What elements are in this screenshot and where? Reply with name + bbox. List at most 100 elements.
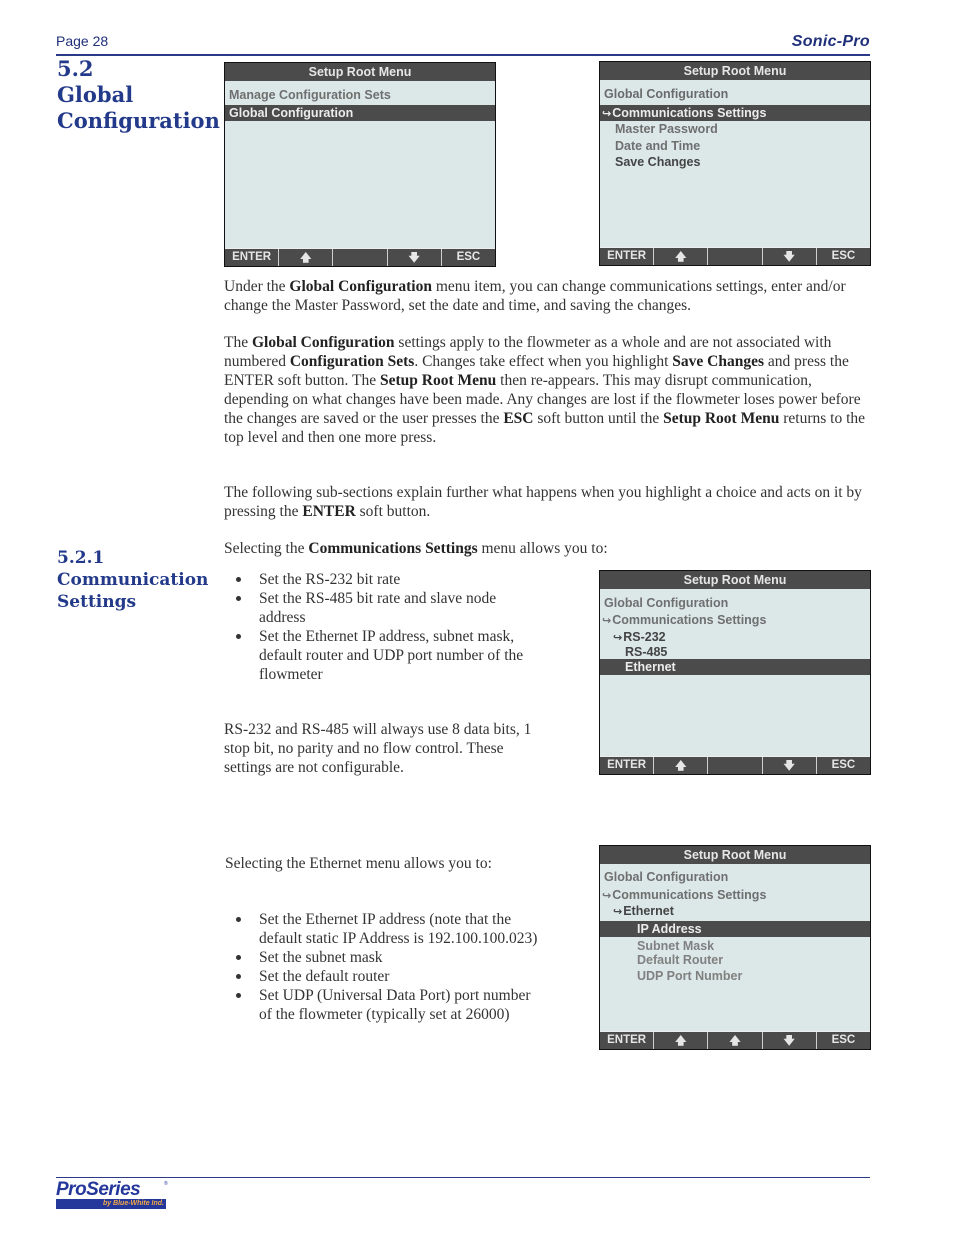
menu-breadcrumb-communications-settings: ↪Communications Settings bbox=[600, 887, 870, 903]
ethernet-intro: Selecting the Ethernet menu allows you t… bbox=[225, 855, 492, 872]
bullet-item: Set UDP (Universal Data Port) port numbe… bbox=[224, 986, 544, 1024]
menu-item-label: Save Changes bbox=[615, 155, 701, 169]
up-softkey[interactable]: 🡅 bbox=[653, 757, 707, 774]
down-arrow-icon: 🡇 bbox=[408, 251, 420, 264]
proseries-logo: ProSeries ® by Blue-White Ind. bbox=[56, 1179, 168, 1209]
comm-settings-intro: Selecting the Communications Settings me… bbox=[224, 540, 608, 557]
submenu-arrow-icon: ↪ bbox=[613, 905, 623, 918]
up-softkey-2[interactable]: 🡅 bbox=[707, 1032, 761, 1049]
lcd-screen-global-configuration: Setup Root Menu Global Configuration ↪Co… bbox=[599, 61, 871, 266]
comm-settings-bullets: Set the RS-232 bit rate Set the RS-485 b… bbox=[224, 570, 544, 684]
esc-softkey[interactable]: ESC bbox=[815, 757, 870, 774]
up-arrow-icon: 🡅 bbox=[300, 251, 312, 264]
subsection-title-line1: Communication bbox=[57, 570, 209, 590]
blank-softkey[interactable] bbox=[707, 757, 761, 774]
menu-item-save-changes[interactable]: Save Changes bbox=[600, 154, 870, 170]
menu-item-label: Master Password bbox=[615, 122, 718, 136]
lcd-title: Setup Root Menu bbox=[600, 846, 870, 864]
menu-item-ethernet[interactable]: Ethernet bbox=[600, 659, 870, 675]
bullet-item: Set the RS-485 bit rate and slave node a… bbox=[224, 589, 544, 627]
up-softkey[interactable]: 🡅 bbox=[278, 249, 332, 266]
menu-item-date-and-time[interactable]: Date and Time bbox=[600, 138, 870, 154]
enter-softkey[interactable]: ENTER bbox=[600, 248, 653, 265]
menu-item-ip-address[interactable]: IP Address bbox=[600, 921, 870, 937]
section-heading: 5.2 Global Configuration bbox=[57, 56, 220, 134]
enter-softkey[interactable]: ENTER bbox=[225, 249, 278, 266]
footer-rule bbox=[56, 1177, 870, 1178]
lcd-menu-body: Global Configuration ↪Communications Set… bbox=[600, 589, 870, 756]
menu-breadcrumb-global-configuration: Global Configuration bbox=[600, 595, 870, 611]
enter-softkey[interactable]: ENTER bbox=[600, 757, 653, 774]
enter-softkey[interactable]: ENTER bbox=[600, 1032, 653, 1049]
bullet-item: Set the RS-232 bit rate bbox=[224, 570, 544, 589]
menu-item-label: Communications Settings bbox=[612, 888, 767, 902]
esc-softkey[interactable]: ESC bbox=[815, 1032, 870, 1049]
menu-item-label: RS-485 bbox=[625, 645, 668, 659]
menu-item-label: Date and Time bbox=[615, 139, 701, 153]
lcd-menu-body: Manage Configuration Sets Global Configu… bbox=[225, 81, 495, 248]
lcd-title: Setup Root Menu bbox=[600, 62, 870, 80]
bullet-item: Set the subnet mask bbox=[224, 948, 544, 967]
global-config-paragraph: The Global Configuration settings apply … bbox=[224, 334, 866, 446]
section-title-line1: Global bbox=[57, 82, 134, 107]
logo-wordmark: ProSeries bbox=[56, 1179, 141, 1200]
bullet-item: Set the Ethernet IP address (note that t… bbox=[224, 910, 544, 948]
lcd-title: Setup Root Menu bbox=[225, 63, 495, 81]
menu-item-master-password[interactable]: Master Password bbox=[600, 121, 870, 137]
lcd-menu-body: Global Configuration ↪Communications Set… bbox=[600, 864, 870, 1031]
ethernet-bullets: Set the Ethernet IP address (note that t… bbox=[224, 910, 544, 1024]
lcd-menu-body: Global Configuration ↪Communications Set… bbox=[600, 80, 870, 247]
lcd-screen-communications-settings: Setup Root Menu Global Configuration ↪Co… bbox=[599, 570, 871, 775]
subsection-title-line2: Settings bbox=[57, 592, 137, 612]
up-softkey[interactable]: 🡅 bbox=[653, 248, 707, 265]
submenu-arrow-icon: ↪ bbox=[602, 107, 612, 120]
menu-breadcrumb-ethernet: ↪Ethernet bbox=[600, 903, 870, 919]
menu-item-label: UDP Port Number bbox=[637, 969, 743, 983]
down-softkey[interactable]: 🡇 bbox=[386, 249, 441, 266]
down-arrow-icon: 🡇 bbox=[783, 759, 795, 772]
menu-item-rs232[interactable]: ↪RS-232 bbox=[600, 629, 870, 645]
menu-item-label: Ethernet bbox=[625, 660, 676, 674]
softkey-bar: ENTER 🡅 🡅 🡇 ESC bbox=[600, 1031, 870, 1049]
bullet-item: Set the default router bbox=[224, 967, 544, 986]
menu-item-udp-port-number[interactable]: UDP Port Number bbox=[600, 968, 870, 984]
up-softkey[interactable]: 🡅 bbox=[653, 1032, 707, 1049]
blank-softkey[interactable] bbox=[707, 248, 761, 265]
menu-breadcrumb-global-configuration: Global Configuration bbox=[600, 86, 870, 102]
logo-tagline: by Blue-White Ind. bbox=[56, 1199, 166, 1209]
menu-item-label: Global Configuration bbox=[229, 106, 354, 120]
page-number: Page 28 bbox=[56, 33, 109, 49]
menu-item-rs485[interactable]: RS-485 bbox=[600, 644, 870, 660]
intro-paragraph: Under the Global Configuration menu item… bbox=[224, 278, 846, 314]
up-arrow-icon: 🡅 bbox=[675, 1034, 687, 1047]
menu-item-label: Global Configuration bbox=[604, 596, 729, 610]
menu-item-label: Communications Settings bbox=[612, 106, 767, 120]
blank-softkey[interactable] bbox=[332, 249, 386, 266]
logo-registered-mark: ® bbox=[164, 1181, 168, 1187]
down-softkey[interactable]: 🡇 bbox=[761, 1032, 816, 1049]
softkey-bar: ENTER 🡅 🡇 ESC bbox=[225, 248, 495, 266]
down-arrow-icon: 🡇 bbox=[783, 1034, 795, 1047]
menu-item-label: Ethernet bbox=[623, 904, 674, 918]
subsection-number: 5.2.1 bbox=[57, 548, 105, 568]
esc-softkey[interactable]: ESC bbox=[815, 248, 870, 265]
serial-settings-note: RS-232 and RS-485 will always use 8 data… bbox=[224, 721, 532, 776]
esc-softkey[interactable]: ESC bbox=[440, 249, 495, 266]
menu-item-label: Communications Settings bbox=[612, 613, 767, 627]
subsections-paragraph: The following sub-sections explain furth… bbox=[224, 484, 862, 520]
section-title-line2: Configuration bbox=[57, 108, 220, 133]
menu-item-communications-settings[interactable]: ↪Communications Settings bbox=[600, 105, 870, 121]
brand-logo: Sonic-Pro bbox=[791, 33, 870, 50]
down-softkey[interactable]: 🡇 bbox=[761, 757, 816, 774]
menu-item-label: Global Configuration bbox=[604, 870, 729, 884]
menu-item-manage-configuration-sets[interactable]: Manage Configuration Sets bbox=[225, 87, 495, 103]
softkey-bar: ENTER 🡅 🡇 ESC bbox=[600, 247, 870, 265]
up-arrow-icon: 🡅 bbox=[675, 759, 687, 772]
up-arrow-icon: 🡅 bbox=[729, 1034, 741, 1047]
softkey-bar: ENTER 🡅 🡇 ESC bbox=[600, 756, 870, 774]
menu-item-label: IP Address bbox=[637, 922, 702, 936]
menu-item-global-configuration[interactable]: Global Configuration bbox=[225, 105, 495, 121]
menu-item-label: Subnet Mask bbox=[637, 939, 715, 953]
menu-item-default-router[interactable]: Default Router bbox=[600, 952, 870, 968]
down-softkey[interactable]: 🡇 bbox=[761, 248, 816, 265]
